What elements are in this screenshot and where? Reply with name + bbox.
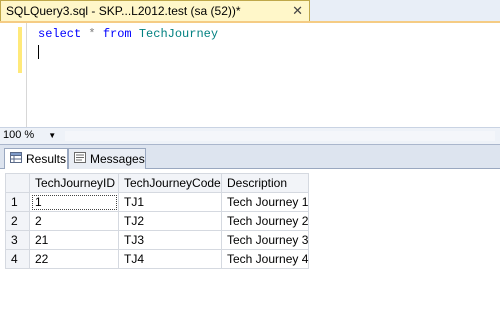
keyword-from: from bbox=[102, 27, 132, 41]
table-identifier: TechJourney bbox=[138, 27, 219, 41]
document-tab-strip: SQLQuery3.sql - SKP...L2012.test (sa (52… bbox=[0, 0, 500, 23]
document-tab[interactable]: SQLQuery3.sql - SKP...L2012.test (sa (52… bbox=[0, 0, 310, 21]
row-number[interactable]: 2 bbox=[5, 211, 30, 231]
column-header[interactable]: TechJourneyID bbox=[29, 173, 119, 193]
table-cell[interactable]: Tech Journey 4 bbox=[220, 249, 310, 269]
row-number[interactable]: 4 bbox=[5, 249, 30, 269]
messages-icon bbox=[74, 152, 86, 166]
table-cell[interactable]: TJ1 bbox=[118, 192, 222, 212]
code-line-1: select * from TechJourney bbox=[38, 27, 218, 41]
table-row: 3 21 TJ3 Tech Journey 3 bbox=[5, 230, 310, 250]
editor-margin bbox=[26, 23, 27, 127]
table-cell[interactable]: TJ3 bbox=[118, 230, 222, 250]
table-cell[interactable]: 22 bbox=[29, 249, 119, 269]
results-pane: Results Messages TechJourneyID TechJourn… bbox=[0, 144, 500, 326]
table-cell[interactable]: 1 bbox=[29, 192, 119, 212]
zoom-bar: 100 % ▼ bbox=[0, 127, 500, 144]
table-cell[interactable]: TJ4 bbox=[118, 249, 222, 269]
column-header[interactable]: Description bbox=[220, 173, 310, 193]
table-row: 4 22 TJ4 Tech Journey 4 bbox=[5, 249, 310, 269]
table-cell[interactable]: 2 bbox=[29, 211, 119, 231]
keyword-select: select bbox=[38, 27, 82, 41]
document-tab-title: SQLQuery3.sql - SKP...L2012.test (sa (52… bbox=[6, 4, 241, 18]
zoom-dropdown[interactable]: 100 % ▼ bbox=[3, 129, 56, 141]
results-grid: TechJourneyID TechJourneyCode Descriptio… bbox=[5, 173, 310, 269]
tab-messages[interactable]: Messages bbox=[68, 148, 146, 169]
chevron-down-icon: ▼ bbox=[48, 130, 57, 140]
table-cell[interactable]: Tech Journey 3 bbox=[220, 230, 310, 250]
table-cell[interactable]: Tech Journey 2 bbox=[220, 211, 310, 231]
tab-messages-label: Messages bbox=[90, 152, 145, 166]
tab-results-label: Results bbox=[26, 152, 67, 166]
table-row: 1 1 TJ1 Tech Journey 1 bbox=[5, 192, 310, 212]
grid-icon bbox=[10, 152, 22, 166]
row-header-corner bbox=[5, 173, 30, 193]
query-editor[interactable]: select * from TechJourney bbox=[0, 23, 500, 127]
text-caret bbox=[38, 45, 39, 59]
changed-lines-marker bbox=[18, 27, 22, 73]
horizontal-scrollbar[interactable] bbox=[65, 131, 495, 141]
table-row: 2 2 TJ2 Tech Journey 2 bbox=[5, 211, 310, 231]
row-number[interactable]: 1 bbox=[5, 192, 30, 212]
table-cell[interactable]: Tech Journey 1 bbox=[220, 192, 310, 212]
tab-results[interactable]: Results bbox=[4, 148, 68, 169]
results-tab-strip: Results Messages bbox=[0, 145, 500, 169]
star-operator: * bbox=[88, 27, 96, 41]
column-header[interactable]: TechJourneyCode bbox=[118, 173, 222, 193]
table-cell[interactable]: TJ2 bbox=[118, 211, 222, 231]
close-icon[interactable]: ✕ bbox=[292, 3, 303, 19]
table-cell[interactable]: 21 bbox=[29, 230, 119, 250]
zoom-value: 100 % bbox=[3, 129, 35, 141]
row-number[interactable]: 3 bbox=[5, 230, 30, 250]
grid-header-row: TechJourneyID TechJourneyCode Descriptio… bbox=[5, 173, 310, 193]
